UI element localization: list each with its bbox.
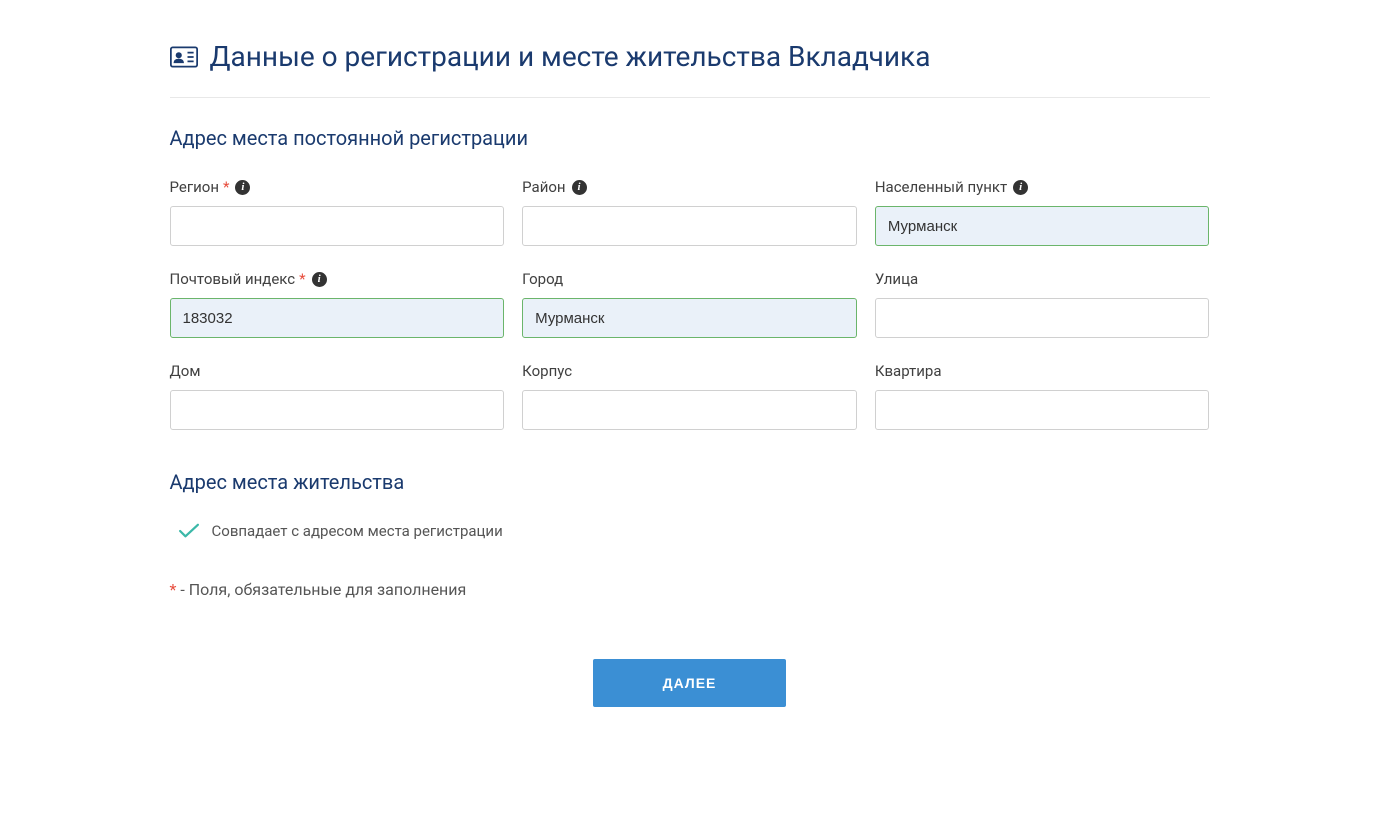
info-icon[interactable]: i — [1013, 180, 1028, 195]
label-building: Корпус — [522, 362, 857, 380]
required-mark: * — [223, 178, 229, 196]
input-locality[interactable] — [875, 206, 1210, 246]
page-header: Данные о регистрации и месте жительства … — [170, 40, 1210, 73]
id-card-icon — [170, 46, 198, 68]
section-registration-title: Адрес места постоянной регистрации — [170, 126, 1210, 150]
divider — [170, 97, 1210, 98]
input-city[interactable] — [522, 298, 857, 338]
form-grid-registration: Регион * i Район i Населенный пункт i По… — [170, 178, 1210, 430]
label-region: Регион * i — [170, 178, 505, 196]
label-district: Район i — [522, 178, 857, 196]
checkbox-label: Совпадает с адресом места регистрации — [212, 522, 503, 540]
input-region[interactable] — [170, 206, 505, 246]
field-postal: Почтовый индекс * i — [170, 270, 505, 338]
field-district: Район i — [522, 178, 857, 246]
label-street: Улица — [875, 270, 1210, 288]
field-locality: Населенный пункт i — [875, 178, 1210, 246]
button-row: ДАЛЕЕ — [170, 659, 1210, 707]
same-address-checkbox[interactable]: Совпадает с адресом места регистрации — [178, 522, 1210, 540]
input-building[interactable] — [522, 390, 857, 430]
info-icon[interactable]: i — [572, 180, 587, 195]
field-apartment: Квартира — [875, 362, 1210, 430]
required-mark: * — [299, 270, 305, 288]
field-house: Дом — [170, 362, 505, 430]
check-icon — [178, 523, 200, 539]
field-street: Улица — [875, 270, 1210, 338]
info-icon[interactable]: i — [312, 272, 327, 287]
label-postal: Почтовый индекс * i — [170, 270, 505, 288]
input-apartment[interactable] — [875, 390, 1210, 430]
label-house: Дом — [170, 362, 505, 380]
input-house[interactable] — [170, 390, 505, 430]
input-postal[interactable] — [170, 298, 505, 338]
next-button[interactable]: ДАЛЕЕ — [593, 659, 787, 707]
label-city: Город — [522, 270, 857, 288]
required-note: * - Поля, обязательные для заполнения — [170, 580, 1210, 599]
field-region: Регион * i — [170, 178, 505, 246]
input-district[interactable] — [522, 206, 857, 246]
field-building: Корпус — [522, 362, 857, 430]
label-locality: Населенный пункт i — [875, 178, 1210, 196]
section-residence-title: Адрес места жительства — [170, 470, 1210, 494]
label-apartment: Квартира — [875, 362, 1210, 380]
field-city: Город — [522, 270, 857, 338]
page-title: Данные о регистрации и месте жительства … — [210, 40, 931, 73]
input-street[interactable] — [875, 298, 1210, 338]
info-icon[interactable]: i — [235, 180, 250, 195]
